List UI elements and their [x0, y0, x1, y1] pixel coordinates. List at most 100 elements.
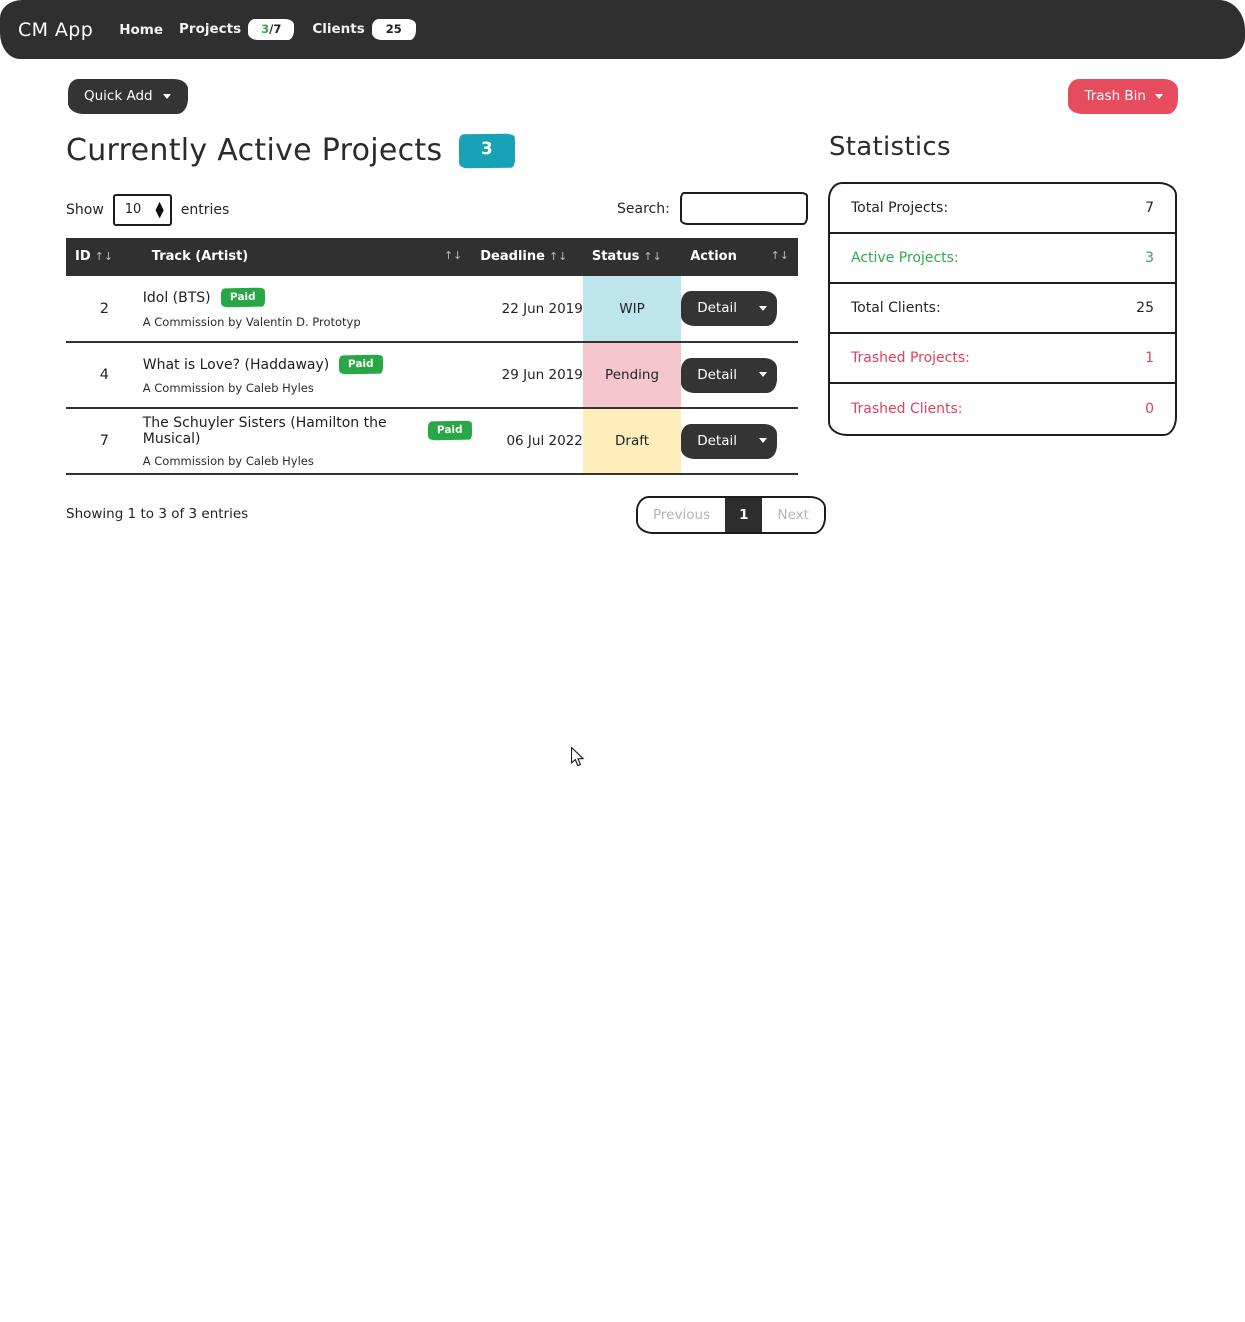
- chevron-down-icon[interactable]: [759, 372, 767, 377]
- cell-deadline: 22 Jun 2019: [471, 276, 583, 343]
- quick-add-label: Quick Add: [84, 88, 153, 104]
- cell-status: Pending: [582, 342, 682, 409]
- stat-row-total-projects: Total Projects: 7: [830, 184, 1175, 234]
- cell-action: Detail: [681, 408, 798, 475]
- pagination-page-1[interactable]: 1: [725, 498, 763, 532]
- pagination-previous[interactable]: Previous: [638, 498, 726, 532]
- stat-value: 7: [1145, 199, 1154, 216]
- trash-bin-label: Trash Bin: [1084, 88, 1146, 104]
- column-label-id: ID: [75, 249, 91, 264]
- track-title: Idol (BTS): [142, 290, 211, 306]
- track-title: The Schuyler Sisters (Hamilton the Music…: [142, 414, 387, 447]
- detail-button[interactable]: Detail: [681, 291, 777, 326]
- cell-action: Detail: [681, 276, 798, 343]
- table-header-row: ID ↑↓ Track (Artist) ↑↓ Deadline ↑↓ Status ↑…: [66, 238, 798, 276]
- column-label-status: Status: [591, 249, 640, 264]
- detail-button-label: Detail: [697, 432, 737, 449]
- commission-subtitle: A Commission by Valentin D. Prototyp: [142, 314, 361, 329]
- pagination: Previous 1 Next: [636, 496, 826, 534]
- paid-badge: Paid: [427, 420, 472, 441]
- detail-button-label: Detail: [697, 300, 737, 316]
- nav-item-projects-label[interactable]: Projects: [179, 21, 241, 37]
- table-info: Showing 1 to 3 of 3 entries: [66, 506, 249, 522]
- commission-subtitle: A Commission by Caleb Hyles: [142, 453, 314, 468]
- stat-label: Total Clients:: [851, 299, 941, 316]
- stat-value: 0: [1145, 400, 1154, 417]
- chevron-down-icon[interactable]: [759, 305, 767, 311]
- search-label: Search:: [617, 200, 670, 217]
- stat-value: 25: [1136, 299, 1154, 316]
- cell-id: 4: [66, 342, 143, 409]
- trash-bin-button[interactable]: Trash Bin: [1068, 79, 1178, 114]
- sort-icon[interactable]: ↑↓: [771, 249, 789, 262]
- nav-item-clients[interactable]: Clients 25: [312, 19, 416, 40]
- table-row[interactable]: 7 The Schuyler Sisters (Hamilton the Mus…: [66, 408, 798, 475]
- cell-status: Draft: [582, 408, 682, 475]
- nav-badge-projects: 3/7: [248, 19, 295, 40]
- mouse-cursor: [571, 747, 585, 767]
- track-title-line: The Schuyler Sisters (Hamilton the Music…: [143, 415, 472, 447]
- nav-item-projects[interactable]: Projects 3/7: [179, 19, 295, 40]
- stat-row-active-projects: Active Projects: 3: [830, 234, 1175, 284]
- stat-label: Trashed Clients:: [851, 400, 963, 417]
- stat-row-trashed-projects: Trashed Projects: 1: [830, 334, 1175, 384]
- projects-table: ID ↑↓ Track (Artist) ↑↓ Deadline ↑↓ Status ↑…: [66, 238, 798, 475]
- stat-row-trashed-clients: Trashed Clients: 0: [830, 384, 1175, 434]
- column-label-action: Action: [690, 249, 737, 264]
- sort-icon[interactable]: ↑↓: [643, 250, 661, 263]
- nav-item-home[interactable]: Home: [119, 22, 163, 38]
- stat-label: Active Projects:: [851, 249, 959, 266]
- column-header-deadline[interactable]: Deadline ↑↓: [471, 238, 583, 276]
- cell-deadline: 29 Jun 2019: [471, 342, 583, 409]
- quick-add-button[interactable]: Quick Add: [68, 79, 188, 114]
- page-title-text: Currently Active Projects: [66, 133, 443, 168]
- search-input[interactable]: [679, 192, 808, 225]
- table-body: 2 Idol (BTS) Paid A Commission by Valent…: [66, 276, 798, 475]
- nav-item-clients-label[interactable]: Clients: [312, 21, 364, 37]
- nav-badge-projects-total: /7: [269, 22, 282, 37]
- commission-subtitle: A Commission by Caleb Hyles: [142, 381, 314, 396]
- app-brand[interactable]: CM App: [18, 19, 93, 41]
- chevron-down-icon: [162, 93, 171, 99]
- statistics-card: Total Projects: 7 Active Projects: 3 Tot…: [828, 182, 1177, 436]
- column-header-action[interactable]: Action ↑↓: [681, 238, 798, 276]
- nav-badge-clients: 25: [371, 19, 416, 40]
- cell-id: 2: [66, 276, 143, 343]
- track-title-line: Idol (BTS) Paid: [142, 288, 472, 308]
- sort-icon[interactable]: ↑↓: [95, 250, 113, 263]
- paid-badge: Paid: [220, 288, 265, 308]
- stat-value: 1: [1145, 349, 1154, 366]
- nav-badge-projects-active: 3: [261, 22, 270, 37]
- table-length-control: Show 10 ▲ ▼ entries: [66, 194, 229, 226]
- cell-status: WIP: [582, 276, 682, 343]
- track-title-line: What is Love? (Haddaway) Paid: [142, 354, 472, 375]
- detail-button[interactable]: Detail: [681, 423, 777, 459]
- paid-badge: Paid: [339, 354, 384, 375]
- column-label-track: Track (Artist): [151, 249, 249, 264]
- stat-value: 3: [1145, 249, 1154, 266]
- detail-button[interactable]: Detail: [681, 357, 777, 393]
- cell-track: Idol (BTS) Paid A Commission by Valentin…: [142, 276, 472, 343]
- sort-icon[interactable]: ↑↓: [444, 249, 462, 262]
- table-search-control: Search:: [617, 192, 808, 225]
- entries-label: entries: [180, 202, 230, 218]
- cell-action: Detail: [681, 342, 798, 409]
- entries-per-page-select[interactable]: 10 ▲ ▼: [112, 194, 172, 226]
- sort-icon[interactable]: ↑↓: [549, 250, 567, 263]
- table-row[interactable]: 4 What is Love? (Haddaway) Paid A Commis…: [66, 342, 798, 409]
- pagination-next[interactable]: Next: [762, 498, 824, 532]
- chevron-updown-icon: ▲ ▼: [155, 198, 164, 220]
- active-projects-count-badge: 3: [459, 133, 516, 168]
- cell-id: 7: [66, 408, 143, 475]
- cell-deadline: 06 Jul 2022: [471, 408, 583, 475]
- table-row[interactable]: 2 Idol (BTS) Paid A Commission by Valent…: [66, 276, 798, 343]
- column-header-track[interactable]: Track (Artist) ↑↓: [142, 238, 472, 276]
- chevron-down-icon[interactable]: [759, 438, 767, 443]
- statistics-title: Statistics: [829, 132, 951, 162]
- track-title: What is Love? (Haddaway): [142, 356, 330, 373]
- column-header-status[interactable]: Status ↑↓: [582, 238, 682, 276]
- page-title: Currently Active Projects 3: [66, 133, 516, 168]
- cell-track: What is Love? (Haddaway) Paid A Commissi…: [142, 342, 472, 409]
- cell-track: The Schuyler Sisters (Hamilton the Music…: [142, 408, 472, 475]
- column-header-id[interactable]: ID ↑↓: [66, 238, 143, 276]
